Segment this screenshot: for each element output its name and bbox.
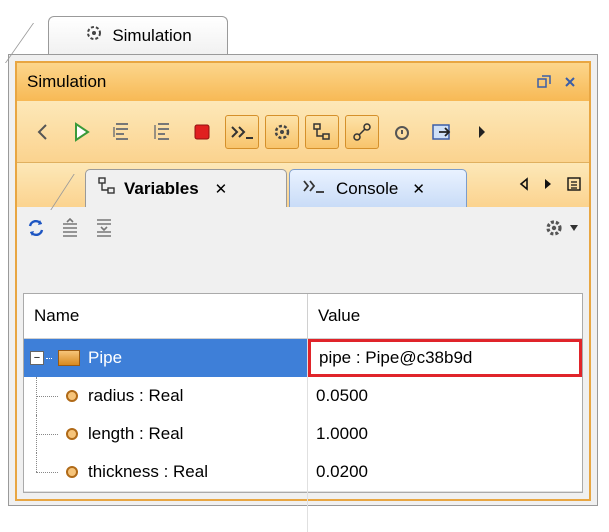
step-forward-icon[interactable]: [465, 115, 499, 149]
row-value[interactable]: pipe : Pipe@c38b9d: [308, 339, 582, 377]
row-name-cell[interactable]: − Pipe: [24, 339, 308, 377]
row-name-cell: radius : Real: [24, 377, 308, 415]
empty-cell: [24, 492, 308, 532]
row-name: radius : Real: [88, 386, 184, 405]
tree-connector: [36, 471, 58, 473]
panel-title: Simulation: [27, 72, 107, 91]
row-name: thickness : Real: [88, 462, 208, 481]
column-header-value[interactable]: Value: [308, 294, 360, 338]
step-back-icon[interactable]: [25, 115, 59, 149]
tab-console[interactable]: Console ✕: [289, 169, 467, 207]
view-tabs: Variables ✕ Console ✕: [17, 163, 589, 207]
gear-icon: [84, 23, 104, 48]
table-row[interactable]: length : Real 1.0000: [24, 415, 582, 453]
column-header-name[interactable]: Name: [24, 294, 308, 338]
tree-connector: [46, 357, 52, 359]
variables-icon: [98, 177, 116, 200]
tree-connector: [36, 415, 37, 453]
simulation-outer-tab[interactable]: Simulation: [48, 16, 228, 54]
table-header: Name Value: [24, 294, 582, 339]
row-value[interactable]: 0.0500: [308, 377, 582, 415]
tab-list-icon[interactable]: [567, 177, 581, 194]
tab-console-label: Console: [336, 178, 399, 198]
tab-console-close[interactable]: ✕: [412, 180, 425, 198]
tab-scroll-left-icon[interactable]: [519, 177, 529, 194]
window-frame: Simulation Variables ✕ Console ✕ Name Va…: [8, 54, 598, 532]
simulation-toolbar: [17, 101, 589, 163]
row-value[interactable]: 0.0200: [308, 453, 582, 491]
outer-tab-label: Simulation: [112, 25, 192, 45]
refresh-icon[interactable]: [25, 217, 47, 239]
table-row[interactable]: radius : Real 0.0500: [24, 377, 582, 415]
tree-connector: [36, 377, 37, 415]
export-icon[interactable]: [425, 115, 459, 149]
lock-icon[interactable]: [385, 115, 419, 149]
gear-toggle-icon[interactable]: [265, 114, 299, 149]
diagram-toggle-icon[interactable]: [305, 114, 339, 149]
table-empty-row: [24, 491, 582, 532]
empty-cell: [308, 492, 582, 532]
step-into-icon[interactable]: [105, 115, 139, 149]
tree-connector: [36, 453, 37, 472]
table-row[interactable]: − Pipe pipe : Pipe@c38b9d: [24, 339, 582, 377]
restore-icon[interactable]: [535, 73, 553, 91]
export-values-icon[interactable]: [59, 217, 81, 239]
property-icon: [66, 390, 78, 402]
stop-icon[interactable]: [185, 115, 219, 149]
panel-header: Simulation: [17, 63, 589, 101]
tree-connector: [36, 395, 58, 397]
property-icon: [66, 466, 78, 478]
property-icon: [66, 428, 78, 440]
block-icon: [58, 350, 80, 366]
tabs-nav: [519, 177, 581, 194]
run-icon[interactable]: [65, 115, 99, 149]
row-value[interactable]: 1.0000: [308, 415, 582, 453]
variables-toolbar: [17, 207, 589, 249]
tree-connector: [36, 433, 58, 435]
settings-icon[interactable]: [541, 217, 581, 239]
simulation-panel: Simulation Variables ✕ Console ✕ Name Va…: [15, 61, 591, 532]
console-icon: [302, 178, 328, 199]
tab-variables-label: Variables: [124, 178, 199, 198]
variables-table: Name Value − Pipe pipe : Pipe@c38b9d rad…: [23, 293, 583, 532]
console-toggle-icon[interactable]: [225, 114, 259, 149]
import-values-icon[interactable]: [93, 217, 115, 239]
row-name-cell: thickness : Real: [24, 453, 308, 491]
tab-scroll-right-icon[interactable]: [543, 177, 553, 194]
close-icon[interactable]: [561, 73, 579, 91]
row-name: Pipe: [88, 348, 123, 367]
tab-variables[interactable]: Variables ✕: [85, 169, 287, 207]
row-name-cell: length : Real: [24, 415, 308, 453]
tab-variables-close[interactable]: ✕: [215, 180, 228, 198]
row-name: length : Real: [88, 424, 184, 443]
table-row[interactable]: thickness : Real 0.0200: [24, 453, 582, 491]
step-over-icon[interactable]: [145, 115, 179, 149]
animation-toggle-icon[interactable]: [345, 114, 379, 149]
collapse-icon[interactable]: −: [30, 351, 44, 365]
